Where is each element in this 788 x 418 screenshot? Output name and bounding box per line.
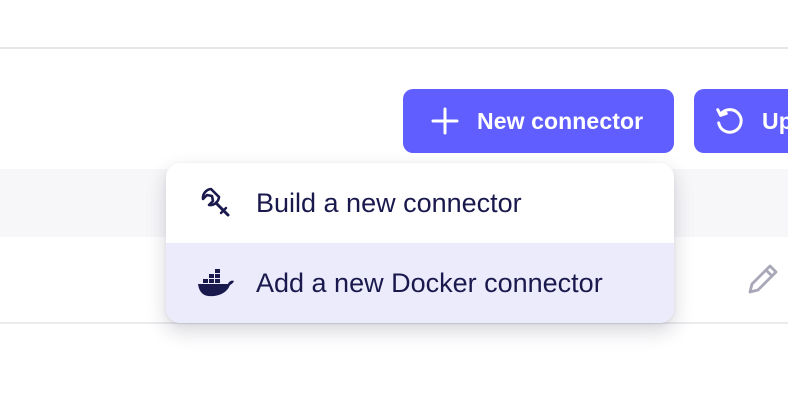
update-button[interactable]: Update (694, 89, 788, 153)
pencil-icon (745, 261, 781, 302)
new-connector-label: New connector (477, 107, 644, 134)
new-connector-dropdown: Build a new connector Add a new Docker c… (166, 163, 674, 323)
connectors-page: New connector Update (0, 0, 788, 418)
wrench-icon (196, 183, 236, 223)
docker-icon (196, 263, 236, 303)
menu-item-docker-connector[interactable]: Add a new Docker connector (166, 243, 674, 323)
menu-item-build-connector[interactable]: Build a new connector (166, 163, 674, 243)
header-divider (0, 47, 788, 49)
refresh-icon (714, 105, 746, 137)
new-connector-button[interactable]: New connector (403, 89, 674, 153)
edit-button[interactable] (742, 260, 784, 302)
update-label: Update (762, 107, 788, 134)
plus-icon (429, 105, 461, 137)
menu-item-label: Build a new connector (256, 187, 522, 218)
menu-item-label: Add a new Docker connector (256, 267, 603, 298)
